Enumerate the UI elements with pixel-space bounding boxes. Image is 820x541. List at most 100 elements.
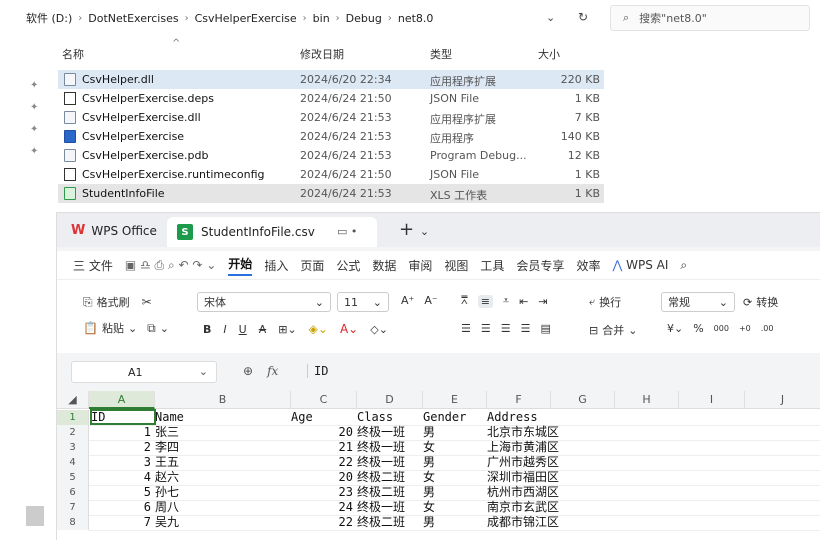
cell-id[interactable]: 4 (91, 470, 151, 485)
cell-age[interactable]: 24 (291, 500, 353, 515)
cell-age[interactable]: Age (291, 410, 353, 425)
copy-icon[interactable]: ⧉ (147, 321, 156, 336)
menu-member[interactable]: 会员专享 (516, 257, 564, 274)
column-header[interactable]: H (615, 391, 679, 409)
breadcrumb-net8[interactable]: net8.0 (398, 12, 434, 25)
cell-class[interactable]: 终极一班 (357, 440, 419, 455)
convert-button[interactable]: ⟳ 转换 (743, 294, 778, 310)
cell-gender[interactable]: 男 (423, 455, 483, 470)
cell-address[interactable]: 南京市玄武区 (487, 500, 613, 515)
percent-icon[interactable]: % (693, 322, 703, 335)
cell-name[interactable]: 王五 (155, 455, 287, 470)
cell-age[interactable]: 22 (291, 515, 353, 530)
underline-icon[interactable]: U (239, 323, 247, 336)
cell-address[interactable]: 深圳市福田区 (487, 470, 613, 485)
menu-formula[interactable]: 公式 (336, 257, 360, 274)
cell-class[interactable]: 终极二班 (357, 470, 419, 485)
row-header[interactable]: 1 (57, 410, 89, 425)
cell-class[interactable]: 终极一班 (357, 425, 419, 440)
cell-id[interactable]: 1 (91, 425, 151, 440)
select-all-corner[interactable]: ◢ (57, 391, 89, 409)
cell-gender[interactable]: 女 (423, 470, 483, 485)
column-header[interactable]: D (357, 391, 423, 409)
cell-address[interactable]: 成都市锦江区 (487, 515, 613, 530)
pin-icon[interactable]: ✦ (30, 80, 42, 102)
function-icon[interactable]: fx (267, 364, 278, 378)
menu-review[interactable]: 审阅 (408, 257, 432, 274)
row-header[interactable]: 5 (57, 470, 89, 485)
column-header[interactable]: B (155, 391, 291, 409)
menu-home[interactable]: 开始 (228, 255, 253, 276)
zoom-icon[interactable]: ⊕ (243, 364, 253, 378)
column-size[interactable]: 大小 (538, 46, 560, 62)
cell-class[interactable]: 终极一班 (357, 455, 419, 470)
menu-wps-ai[interactable]: ⋀ WPS AI (612, 258, 668, 272)
row-header[interactable]: 4 (57, 455, 89, 470)
row-header[interactable]: 3 (57, 440, 89, 455)
cell-age[interactable]: 23 (291, 485, 353, 500)
cell-age[interactable]: 21 (291, 440, 353, 455)
align-top-icon[interactable]: ⩞ (461, 294, 468, 308)
paste-button[interactable]: 📋 粘贴 ⌄ ⧉ ⌄ (83, 320, 169, 336)
column-header[interactable]: I (679, 391, 745, 409)
number-format-select[interactable]: 常规 ⌄ (661, 292, 735, 312)
formula-input[interactable]: ID (307, 364, 328, 378)
decrease-font-icon[interactable]: A⁻ (424, 294, 437, 307)
chevron-down-icon[interactable]: ⌄ (199, 365, 208, 378)
pin-icon[interactable]: ✦ (30, 124, 42, 146)
cell-address[interactable]: 杭州市西湖区 (487, 485, 613, 500)
cell-name[interactable]: 赵六 (155, 470, 287, 485)
format-painter-button[interactable]: ⎘ 格式刷 ✂ (83, 294, 152, 310)
cell-name[interactable]: 张三 (155, 425, 287, 440)
strikethrough-icon[interactable]: A (259, 323, 267, 336)
breadcrumb-bin[interactable]: bin (313, 12, 330, 25)
cell-id[interactable]: 7 (91, 515, 151, 530)
cell-name[interactable]: 李四 (155, 440, 287, 455)
wrap-text-button[interactable]: ⤶ 换行 (589, 294, 621, 310)
align-bottom-icon[interactable]: ⩡ (503, 294, 509, 308)
increase-decimal-icon[interactable]: +0 (739, 324, 751, 333)
search-icon[interactable]: ⌕ (680, 258, 687, 273)
cell-class[interactable]: 终极二班 (357, 515, 419, 530)
column-header[interactable]: J (745, 391, 820, 409)
cell-gender[interactable]: 女 (423, 500, 483, 515)
align-left-icon[interactable]: ☰ (461, 322, 471, 335)
justify-icon[interactable]: ☰ (521, 322, 531, 335)
breadcrumb-drive[interactable]: 软件 (D:) (26, 10, 72, 26)
chevron-down-icon[interactable]: ⌄ (160, 322, 169, 335)
file-row[interactable]: CsvHelperExercise 2024/6/24 21:53 应用程序 1… (58, 127, 604, 146)
cell-gender[interactable]: 男 (423, 425, 483, 440)
font-family-select[interactable]: 宋体 ⌄ (197, 292, 331, 312)
cell-age[interactable]: 22 (291, 455, 353, 470)
cell-address[interactable]: 广州市越秀区 (487, 455, 613, 470)
cell-address[interactable]: 上海市黄浦区 (487, 440, 613, 455)
breadcrumb-debug[interactable]: Debug (346, 12, 382, 25)
cell-id[interactable]: 2 (91, 440, 151, 455)
cell-address[interactable]: Address (487, 410, 613, 425)
cell-id[interactable]: 6 (91, 500, 151, 515)
chevron-down-icon[interactable]: ⌄ (546, 11, 555, 24)
font-size-select[interactable]: 11 ⌄ (337, 292, 389, 312)
cell-id[interactable]: 3 (91, 455, 151, 470)
cell-class[interactable]: 终极二班 (357, 485, 419, 500)
cell-class[interactable]: Class (357, 410, 419, 425)
column-header[interactable]: F (487, 391, 551, 409)
tab-controls-icon[interactable]: ▭ • (337, 225, 357, 238)
toolbar-quick-icons[interactable]: ▣ ♎ ⎙ ⌕ ↶ ↷ ⌄ (125, 258, 216, 273)
cell-address[interactable]: 北京市东城区 (487, 425, 613, 440)
menu-view[interactable]: 视图 (444, 257, 468, 274)
menu-file[interactable]: 三 文件 (73, 257, 113, 274)
cell-class[interactable]: 终极一班 (357, 500, 419, 515)
cell-name[interactable]: Name (155, 410, 287, 425)
new-tab-button[interactable]: + ⌄ (399, 219, 429, 240)
cell-gender[interactable]: 女 (423, 440, 483, 455)
cell-name[interactable]: 吴九 (155, 515, 287, 530)
row-header[interactable]: 7 (57, 500, 89, 515)
fill-color-icon[interactable]: ◈⌄ (309, 322, 328, 336)
cell-id[interactable]: 5 (91, 485, 151, 500)
breadcrumb[interactable]: 软件 (D:) › DotNetExercises › CsvHelperExe… (0, 5, 604, 31)
thousands-icon[interactable]: 000 (714, 324, 729, 333)
increase-font-icon[interactable]: A⁺ (401, 294, 414, 307)
merge-button[interactable]: ⊟ 合并 ⌄ (589, 322, 637, 338)
menu-page[interactable]: 页面 (300, 257, 324, 274)
